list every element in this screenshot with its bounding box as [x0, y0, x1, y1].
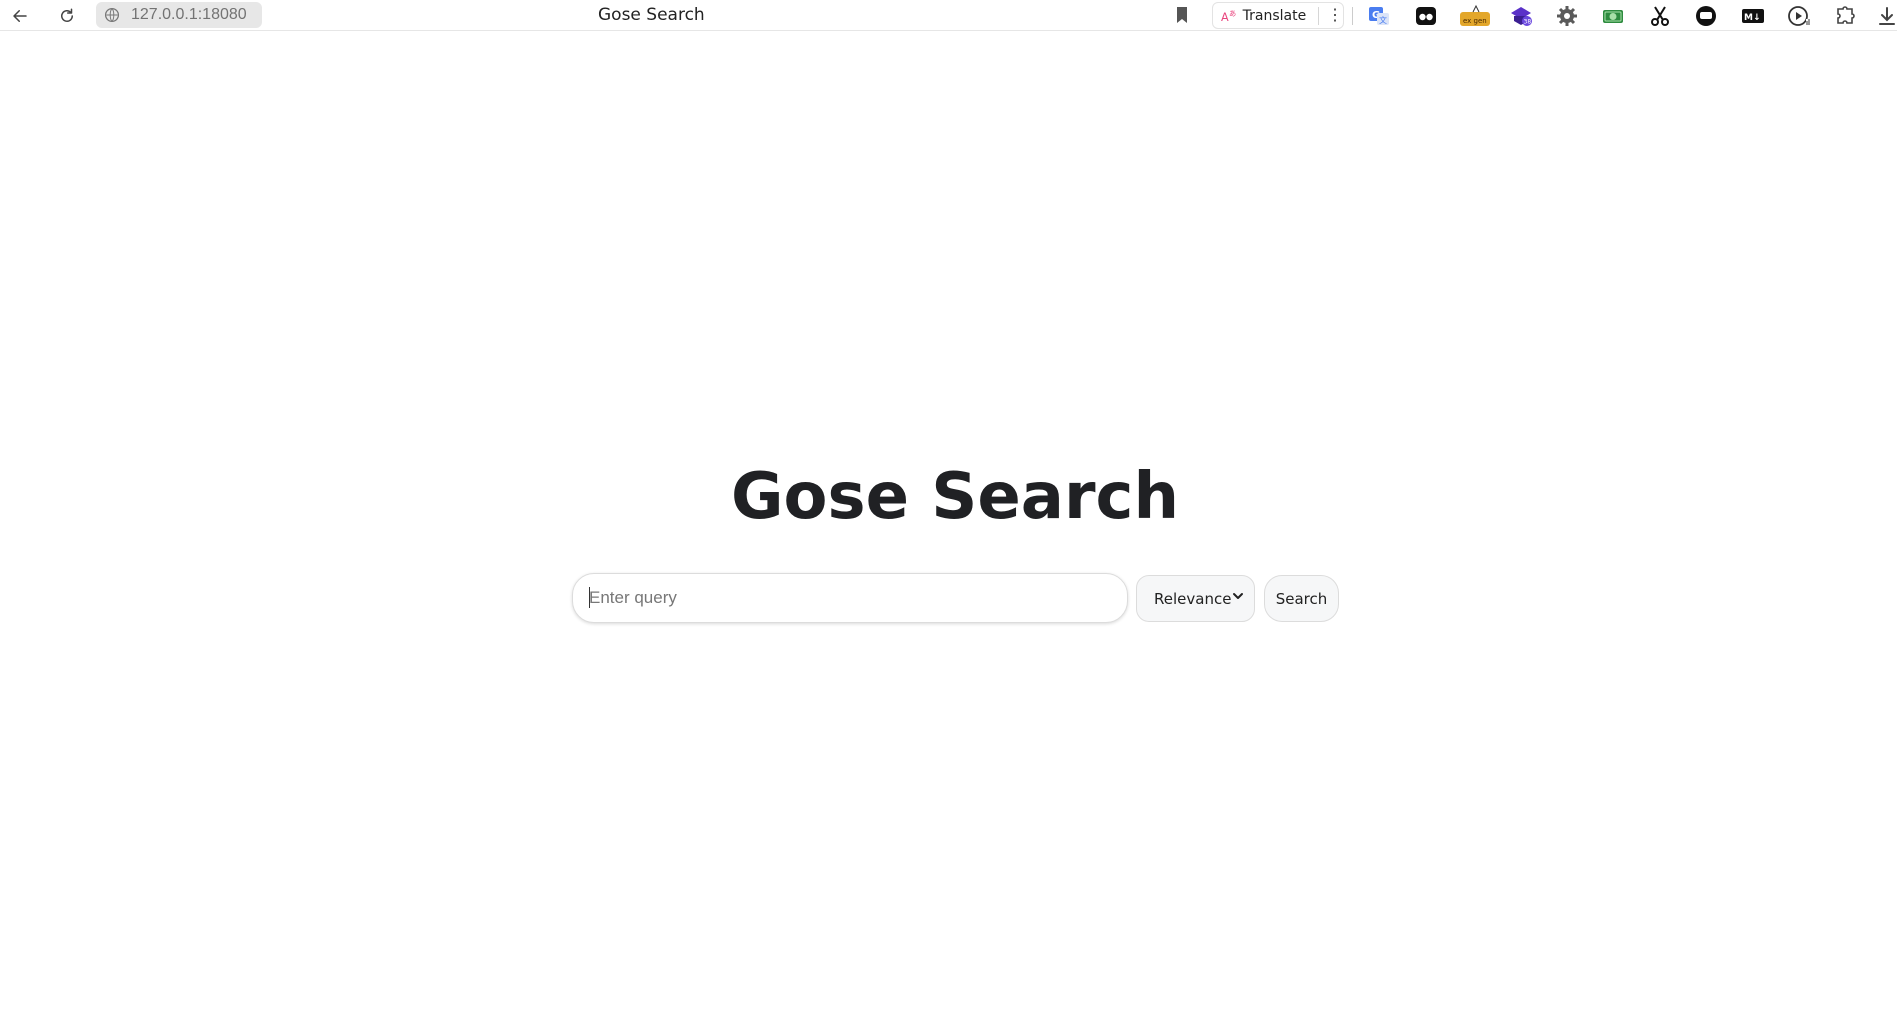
svg-text:文: 文 [1379, 15, 1387, 25]
browser-toolbar: 127.0.0.1:18080 Gose Search Aあ Translate… [0, 0, 1897, 31]
video-play-icon[interactable] [1787, 4, 1811, 28]
money-icon[interactable] [1601, 4, 1625, 28]
translate-label: Translate [1242, 7, 1307, 24]
sort-selected-label: Relevance [1154, 589, 1232, 608]
chevron-down-icon [1233, 593, 1243, 599]
svg-text:あ: あ [1229, 9, 1236, 18]
translate-divider [1318, 6, 1319, 25]
settings-gear-icon[interactable] [1555, 4, 1579, 28]
back-arrow-icon [13, 10, 27, 22]
stack-badge-icon[interactable]: 38 [1509, 4, 1533, 28]
tab-title: Gose Search [598, 5, 705, 25]
dark-reader-icon[interactable] [1414, 4, 1438, 28]
chat-bubble-icon[interactable] [1694, 4, 1718, 28]
markdown-icon[interactable]: M↓ [1741, 4, 1765, 28]
svg-text:A: A [1221, 10, 1229, 23]
back-button[interactable] [7, 3, 33, 29]
search-button[interactable]: Search [1264, 575, 1339, 622]
sort-dropdown[interactable]: Relevance [1136, 575, 1255, 622]
url-text: 127.0.0.1:18080 [131, 6, 247, 23]
search-input[interactable] [572, 573, 1128, 623]
svg-text:38: 38 [1524, 19, 1532, 26]
reload-icon [61, 8, 73, 22]
puzzle-icon[interactable] [1833, 4, 1857, 28]
more-options-icon[interactable]: ⋮ [1327, 7, 1343, 24]
svg-text:M↓: M↓ [1744, 13, 1761, 23]
google-translate-icon[interactable]: G文 [1367, 4, 1391, 28]
translate-icon: Aあ [1221, 9, 1236, 24]
reload-button[interactable] [54, 3, 80, 29]
download-icon[interactable] [1877, 4, 1897, 28]
site-info-icon[interactable] [103, 6, 121, 24]
translate-button[interactable]: Aあ Translate ⋮ [1212, 2, 1344, 29]
toolbar-divider [1352, 7, 1353, 25]
address-bar[interactable]: 127.0.0.1:18080 [96, 2, 262, 28]
text-caret [589, 587, 590, 608]
bookmark-icon[interactable] [1173, 5, 1191, 25]
svg-text:ex gen: ex gen [1463, 17, 1487, 25]
page-title: Gose Search [730, 460, 1180, 534]
scissors-icon[interactable] [1648, 4, 1672, 28]
ex-gen-icon[interactable]: ex gen [1459, 4, 1491, 28]
